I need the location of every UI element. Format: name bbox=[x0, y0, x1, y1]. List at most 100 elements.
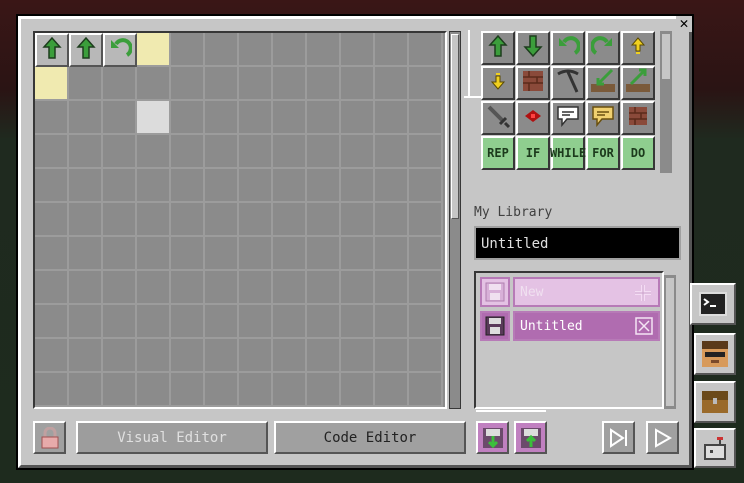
library-save-button[interactable] bbox=[480, 311, 510, 341]
grid-cell[interactable] bbox=[341, 33, 375, 67]
grid-cell[interactable] bbox=[375, 373, 409, 407]
palette-item-if[interactable]: IF bbox=[516, 136, 550, 170]
grid-cell[interactable] bbox=[307, 169, 341, 203]
grid-cell[interactable] bbox=[205, 373, 239, 407]
grid-cell[interactable] bbox=[307, 339, 341, 373]
grid-cell[interactable] bbox=[307, 271, 341, 305]
grid-cell[interactable] bbox=[137, 203, 171, 237]
grid-cell[interactable] bbox=[35, 271, 69, 305]
grid-cell[interactable] bbox=[341, 339, 375, 373]
tab-robot[interactable] bbox=[694, 428, 736, 468]
grid-cell[interactable] bbox=[69, 339, 103, 373]
palette-item-attack[interactable] bbox=[481, 101, 515, 135]
palette-item-think[interactable] bbox=[586, 101, 620, 135]
grid-cell[interactable] bbox=[137, 33, 171, 67]
grid-cell[interactable] bbox=[69, 271, 103, 305]
grid-cell[interactable] bbox=[341, 135, 375, 169]
grid-cell[interactable] bbox=[103, 305, 137, 339]
grid-cell[interactable] bbox=[341, 203, 375, 237]
palette-item-place-block-2[interactable] bbox=[621, 101, 655, 135]
add-icon[interactable] bbox=[633, 283, 653, 307]
grid-cell[interactable] bbox=[239, 169, 273, 203]
palette-item-turn-left[interactable] bbox=[551, 31, 585, 65]
library-entry-name[interactable]: Untitled bbox=[513, 311, 660, 341]
grid-cell[interactable] bbox=[171, 237, 205, 271]
grid-cell[interactable] bbox=[69, 203, 103, 237]
grid-cell[interactable] bbox=[103, 101, 137, 135]
grid-cell[interactable] bbox=[409, 271, 443, 305]
grid-cell[interactable] bbox=[409, 101, 443, 135]
grid-cell[interactable] bbox=[35, 101, 69, 135]
grid-cell[interactable] bbox=[239, 67, 273, 101]
grid-cell[interactable] bbox=[205, 67, 239, 101]
grid-cell[interactable] bbox=[409, 373, 443, 407]
run-button[interactable] bbox=[646, 421, 679, 454]
grid-cell[interactable] bbox=[205, 169, 239, 203]
grid-cell[interactable] bbox=[375, 169, 409, 203]
grid-cell[interactable] bbox=[375, 237, 409, 271]
grid-cell[interactable] bbox=[171, 135, 205, 169]
grid-cell[interactable] bbox=[137, 373, 171, 407]
delete-icon[interactable] bbox=[635, 317, 653, 339]
palette-item-while[interactable]: WHILE bbox=[550, 136, 586, 170]
grid-cell[interactable] bbox=[205, 305, 239, 339]
grid-cell[interactable] bbox=[69, 67, 103, 101]
visual-editor-button[interactable]: Visual Editor bbox=[76, 421, 268, 454]
grid-cell[interactable] bbox=[307, 237, 341, 271]
grid-cell[interactable] bbox=[103, 67, 137, 101]
palette-item-redstone[interactable] bbox=[516, 101, 550, 135]
palette-item-do[interactable]: DO bbox=[621, 136, 655, 170]
grid-cell[interactable] bbox=[35, 373, 69, 407]
grid-cell[interactable] bbox=[69, 135, 103, 169]
grid-cell[interactable] bbox=[307, 305, 341, 339]
grid-cell[interactable] bbox=[307, 67, 341, 101]
grid-scrollbar-thumb[interactable] bbox=[451, 34, 459, 219]
grid-cell[interactable] bbox=[205, 33, 239, 67]
grid-cell[interactable] bbox=[273, 203, 307, 237]
grid-cell[interactable] bbox=[273, 101, 307, 135]
grid-cell[interactable] bbox=[239, 339, 273, 373]
grid-cell[interactable] bbox=[171, 339, 205, 373]
grid-cell[interactable] bbox=[35, 135, 69, 169]
grid-cell[interactable] bbox=[273, 169, 307, 203]
palette-item-move-down[interactable] bbox=[481, 66, 515, 100]
grid-cell[interactable] bbox=[69, 237, 103, 271]
grid-cell[interactable] bbox=[341, 101, 375, 135]
grid-cell[interactable] bbox=[409, 135, 443, 169]
grid-cell[interactable] bbox=[103, 203, 137, 237]
grid-cell[interactable] bbox=[409, 33, 443, 67]
grid-cell[interactable] bbox=[171, 305, 205, 339]
grid-cell[interactable] bbox=[137, 67, 171, 101]
grid-cell[interactable] bbox=[239, 135, 273, 169]
grid-cell[interactable] bbox=[137, 339, 171, 373]
code-editor-button[interactable]: Code Editor bbox=[274, 421, 466, 454]
grid-cell[interactable] bbox=[409, 67, 443, 101]
grid-cell[interactable] bbox=[103, 339, 137, 373]
grid-cell[interactable] bbox=[137, 169, 171, 203]
palette-item-for[interactable]: FOR bbox=[586, 136, 620, 170]
grid-cell[interactable] bbox=[239, 373, 273, 407]
grid-cell[interactable] bbox=[409, 237, 443, 271]
grid-cell[interactable] bbox=[273, 135, 307, 169]
grid-cell[interactable] bbox=[103, 237, 137, 271]
tab-chest[interactable] bbox=[694, 381, 736, 423]
grid-cell[interactable] bbox=[239, 101, 273, 135]
grid-cell[interactable] bbox=[205, 135, 239, 169]
grid-cell[interactable] bbox=[239, 203, 273, 237]
grid-cell[interactable] bbox=[35, 305, 69, 339]
grid-cell[interactable] bbox=[375, 135, 409, 169]
grid-cell[interactable] bbox=[341, 67, 375, 101]
grid-cell[interactable] bbox=[137, 101, 171, 135]
grid-cell[interactable] bbox=[137, 305, 171, 339]
grid-cell[interactable] bbox=[137, 135, 171, 169]
grid-cell[interactable] bbox=[35, 169, 69, 203]
library-entry-name[interactable]: New bbox=[513, 277, 660, 307]
grid-cell[interactable] bbox=[35, 237, 69, 271]
grid-cell[interactable] bbox=[409, 203, 443, 237]
grid-cell[interactable] bbox=[375, 339, 409, 373]
grid-cell[interactable] bbox=[205, 101, 239, 135]
grid-cell[interactable] bbox=[409, 305, 443, 339]
grid-cell[interactable] bbox=[205, 271, 239, 305]
grid-cell[interactable] bbox=[137, 237, 171, 271]
grid-cell[interactable] bbox=[69, 101, 103, 135]
